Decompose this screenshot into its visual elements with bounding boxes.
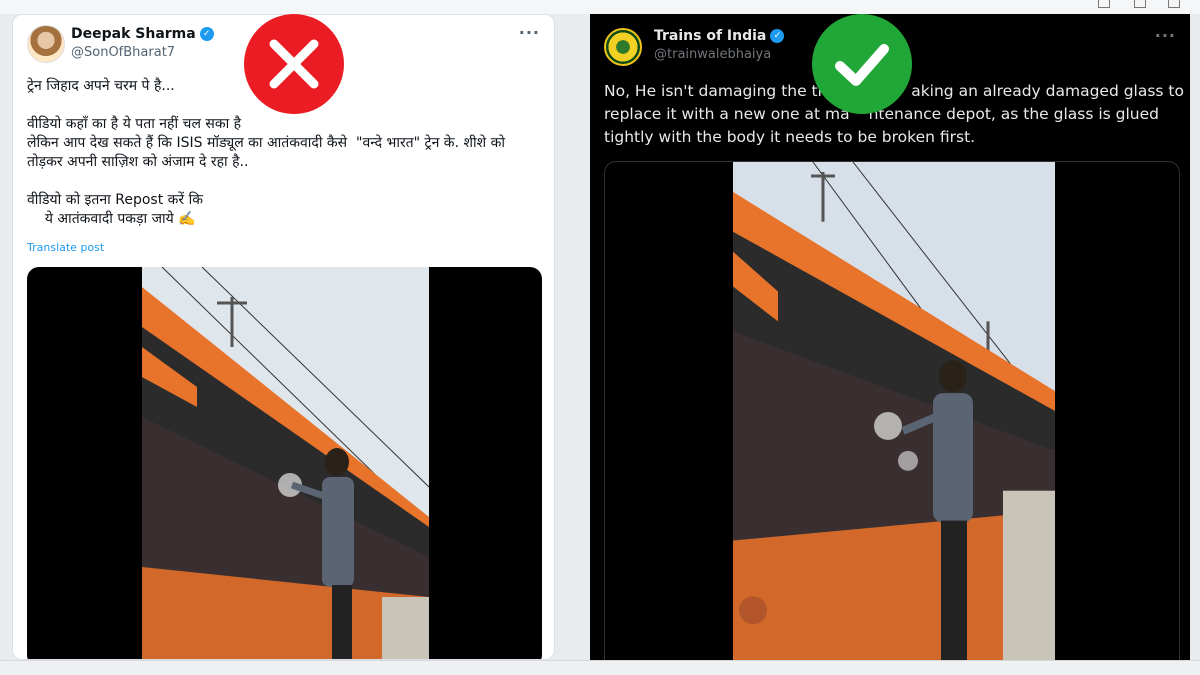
user-handle[interactable]: @SonOfBharat7 [71, 45, 175, 60]
post-line: तोड़कर अपनी साज़िश को अंजाम दे रहा है.. [27, 154, 249, 170]
browser-top-strip [0, 0, 1200, 14]
user-handle[interactable]: @trainwalebhaiya [654, 47, 771, 62]
bottom-strip [0, 660, 1200, 675]
avatar[interactable] [604, 28, 642, 66]
window-icon[interactable] [1098, 0, 1110, 8]
post-line: No, He isn't damaging the tr [604, 82, 825, 100]
train-scene-image [733, 162, 1055, 660]
post-line: tightly with the body it needs to be bro… [604, 128, 976, 146]
display-name[interactable]: Trains of India ✓ [654, 28, 785, 44]
post-line [27, 172, 537, 191]
window-icon[interactable] [1134, 0, 1146, 8]
post-video[interactable] [27, 267, 542, 659]
cross-mark-icon [269, 39, 319, 89]
more-options-icon[interactable]: ··· [519, 23, 540, 42]
post-line: ntenance depot, as the glass is glued [868, 105, 1159, 123]
post-line: वीडियो कहाँ का है ये पता नहीं चल सका है [27, 116, 242, 132]
display-name-text[interactable]: Deepak Sharma [71, 26, 196, 42]
video-frame [142, 267, 429, 659]
avatar[interactable] [27, 25, 65, 63]
window-icon[interactable] [1168, 0, 1180, 8]
video-frame [733, 162, 1055, 660]
fact-check-post-card: Trains of India ✓ @trainwalebhaiya ··· N… [590, 14, 1190, 660]
verified-badge-icon: ✓ [199, 27, 214, 41]
display-name[interactable]: Deepak Sharma ✓ [71, 26, 214, 42]
post-line: ये आतंकवादी पकड़ा जाये ✍️ [27, 211, 196, 227]
post-line: लेकिन आप देख सकते हैं कि ISIS मॉड्यूल का… [27, 135, 505, 151]
verified-badge-icon: ✓ [770, 29, 785, 43]
display-name-text[interactable]: Trains of India [654, 28, 766, 44]
wrong-verdict-stamp [244, 14, 344, 114]
post-line: replace it with a new one at ma [604, 105, 850, 123]
check-mark-icon [835, 44, 889, 86]
train-scene-image [142, 267, 429, 659]
post-line: aking an already damaged glass to [911, 82, 1184, 100]
more-options-icon[interactable]: ··· [1155, 26, 1176, 45]
translate-post-link[interactable]: Translate post [27, 241, 104, 254]
post-line: वीडियो को इतना Repost करें कि [27, 192, 203, 208]
post-video[interactable] [604, 161, 1180, 660]
correct-verdict-stamp [812, 14, 912, 114]
